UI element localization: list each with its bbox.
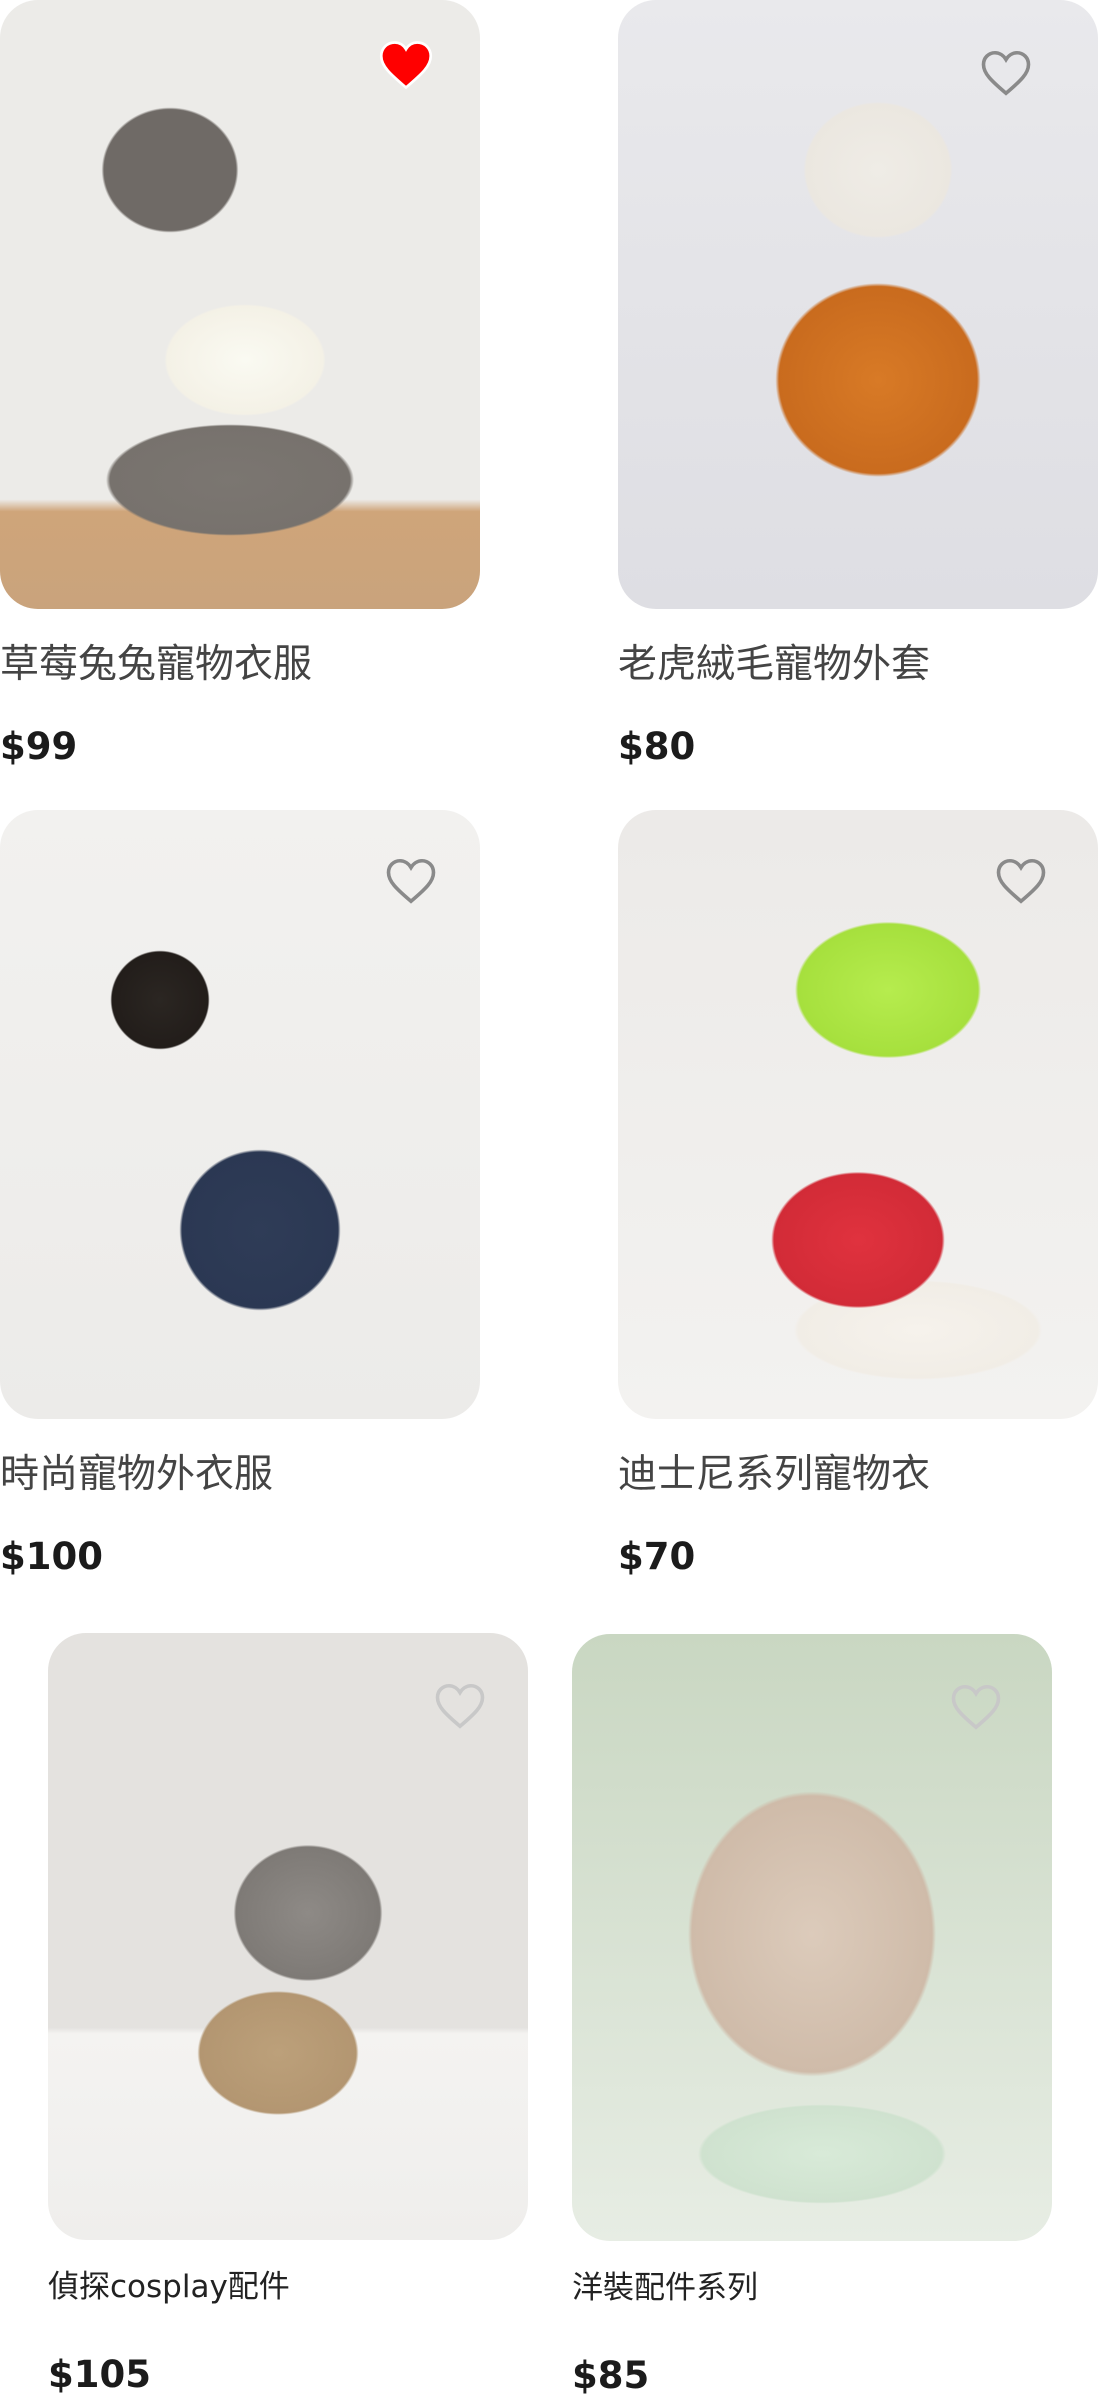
favorite-button[interactable] bbox=[993, 853, 1049, 909]
heart-icon bbox=[386, 858, 436, 904]
heart-icon bbox=[435, 1683, 485, 1729]
product-price: $105 bbox=[48, 2353, 151, 2396]
heart-icon bbox=[996, 858, 1046, 904]
product-name: 洋裝配件系列 bbox=[572, 2270, 758, 2306]
product-name: 偵探cosplay配件 bbox=[48, 2269, 290, 2305]
product-name: 迪士尼系列寵物衣 bbox=[618, 1452, 931, 1497]
product-price: $100 bbox=[0, 1535, 103, 1578]
heart-icon bbox=[951, 1684, 1001, 1730]
product-price: $80 bbox=[618, 725, 696, 768]
product-name: 草莓兔兔寵物衣服 bbox=[0, 642, 313, 687]
favorite-button[interactable] bbox=[432, 1678, 488, 1734]
product-price: $70 bbox=[618, 1535, 696, 1578]
product-name: 老虎絨毛寵物外套 bbox=[618, 642, 931, 687]
favorite-button[interactable] bbox=[378, 37, 434, 93]
favorite-button[interactable] bbox=[383, 853, 439, 909]
favorite-button[interactable] bbox=[978, 45, 1034, 101]
product-price: $85 bbox=[572, 2354, 650, 2397]
heart-icon bbox=[379, 41, 433, 90]
product-price: $99 bbox=[0, 725, 78, 768]
heart-icon bbox=[981, 50, 1031, 96]
favorite-button[interactable] bbox=[948, 1679, 1004, 1735]
product-name: 時尚寵物外衣服 bbox=[0, 1452, 274, 1497]
